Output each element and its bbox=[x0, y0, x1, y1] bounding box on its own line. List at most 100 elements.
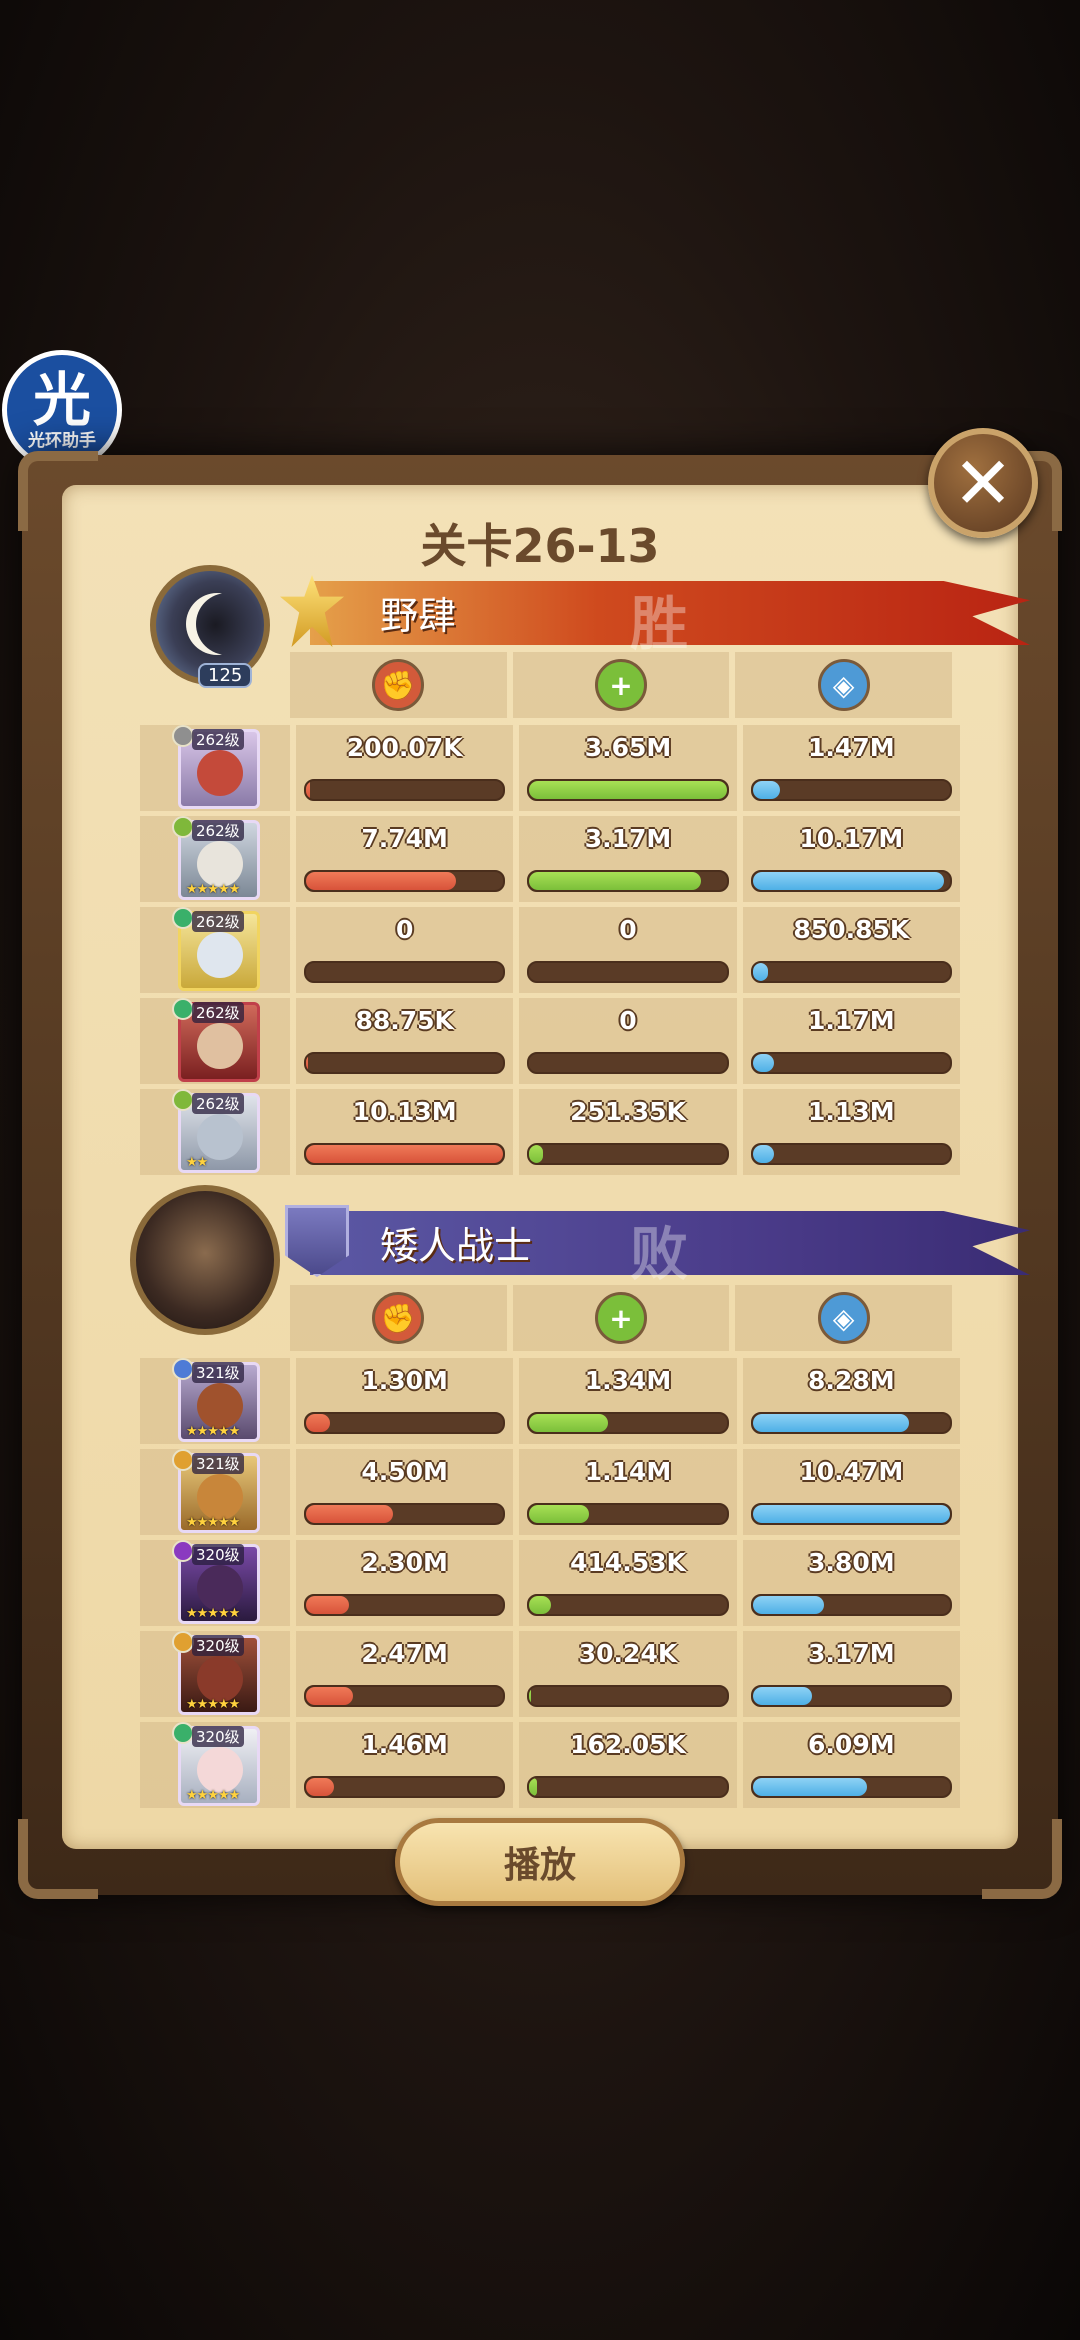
defense-bar bbox=[750, 1052, 952, 1074]
damage-cell: 0 bbox=[296, 907, 514, 993]
defense-cell: 3.17M bbox=[742, 1631, 960, 1717]
hero-cell: 320级 ★★★★★ bbox=[140, 1722, 290, 1808]
hero-level: 320级 bbox=[192, 1635, 244, 1656]
defense-value: 3.80M bbox=[808, 1548, 895, 1577]
hero-row[interactable]: 320级 ★★★★★ 2.47M 30.24K 3.17M bbox=[140, 1631, 960, 1717]
damage-fill bbox=[306, 1145, 504, 1163]
hero-row[interactable]: 262级 ★★★★★ 7.74M 3.17M 10.17M bbox=[140, 816, 960, 902]
defense-shield-icon: ◈ bbox=[817, 659, 870, 711]
damage-fill bbox=[306, 1596, 350, 1614]
damage-cell: 1.46M bbox=[296, 1722, 514, 1808]
defense-cell: 3.80M bbox=[742, 1540, 960, 1626]
damage-value: 88.75K bbox=[355, 1006, 454, 1035]
hero-row[interactable]: 321级 ★★★★★ 4.50M 1.14M 10.47M bbox=[140, 1449, 960, 1535]
team-name: 野肆 bbox=[380, 594, 457, 638]
corner-ornament bbox=[18, 1819, 98, 1899]
heal-bar bbox=[527, 1412, 729, 1434]
heal-cell: 30.24K bbox=[519, 1631, 737, 1717]
hero-row[interactable]: 262级 ★★ 10.13M 251.35K 1.13M bbox=[140, 1089, 960, 1175]
heal-bar bbox=[527, 961, 729, 983]
damage-value: 7.74M bbox=[361, 824, 448, 853]
defense-cell: 8.28M bbox=[742, 1358, 960, 1444]
hero-level: 320级 bbox=[192, 1544, 244, 1565]
defense-value: 1.17M bbox=[808, 1006, 895, 1035]
defense-value: 1.13M bbox=[808, 1097, 895, 1126]
damage-bar bbox=[304, 1776, 506, 1798]
defense-value: 6.09M bbox=[808, 1730, 895, 1759]
hero-row[interactable]: 320级 ★★★★★ 1.46M 162.05K 6.09M bbox=[140, 1722, 960, 1808]
defense-bar bbox=[750, 870, 952, 892]
defense-cell: 1.17M bbox=[742, 998, 960, 1084]
heal-bar bbox=[527, 870, 729, 892]
hero-level: 262级 bbox=[192, 911, 244, 932]
defense-bar bbox=[750, 1685, 952, 1707]
defense-fill bbox=[752, 872, 945, 890]
damage-cell: 200.07K bbox=[296, 725, 514, 811]
damage-bar bbox=[304, 1052, 506, 1074]
hero-face bbox=[197, 1383, 243, 1429]
defense-fill bbox=[752, 963, 769, 981]
hero-cell: 321级 ★★★★★ bbox=[140, 1449, 290, 1535]
hero-row[interactable]: 262级 0 0 850.85K bbox=[140, 907, 960, 993]
play-button[interactable]: 播放 bbox=[395, 1818, 685, 1906]
hero-face bbox=[197, 932, 243, 978]
hero-row[interactable]: 262级 200.07K 3.65M 1.47M bbox=[140, 725, 960, 811]
damage-cell: 88.75K bbox=[296, 998, 514, 1084]
damage-value: 1.30M bbox=[361, 1366, 448, 1395]
heal-fill bbox=[529, 781, 727, 799]
damage-fill bbox=[306, 1778, 334, 1796]
stage-title: 关卡26-13 bbox=[420, 519, 660, 573]
damage-value: 4.50M bbox=[361, 1457, 448, 1486]
close-button[interactable]: ✕ bbox=[928, 428, 1038, 538]
damage-fill bbox=[306, 1687, 354, 1705]
stat-icon-row: ✊ + ◈ bbox=[290, 1285, 953, 1351]
hero-cell: 262级 bbox=[140, 907, 290, 993]
stat-icon-row: ✊ + ◈ bbox=[290, 652, 953, 718]
heal-cell: 1.14M bbox=[519, 1449, 737, 1535]
hero-stars: ★★★★★ bbox=[186, 1424, 240, 1439]
faction-icon bbox=[172, 907, 194, 929]
hero-level: 262级 bbox=[192, 820, 244, 841]
heal-bar bbox=[527, 1685, 729, 1707]
hero-level: 262级 bbox=[192, 1093, 244, 1114]
heal-fill bbox=[529, 1687, 532, 1705]
hero-face bbox=[197, 1747, 243, 1793]
heal-cell: 0 bbox=[519, 998, 737, 1084]
damage-bar bbox=[304, 1594, 506, 1616]
icon-cell: + bbox=[512, 652, 730, 718]
defense-fill bbox=[752, 1778, 868, 1796]
enemy-avatar[interactable] bbox=[130, 1185, 280, 1335]
damage-bar bbox=[304, 1503, 506, 1525]
heal-bar bbox=[527, 1594, 729, 1616]
hero-row[interactable]: 320级 ★★★★★ 2.30M 414.53K 3.80M bbox=[140, 1540, 960, 1626]
damage-fill bbox=[306, 1505, 393, 1523]
defense-fill bbox=[752, 781, 781, 799]
defense-bar bbox=[750, 1143, 952, 1165]
faction-icon bbox=[172, 1358, 194, 1380]
heal-value: 3.65M bbox=[584, 733, 672, 762]
team-header-enemy: 矮人战士 败 bbox=[120, 1185, 1030, 1335]
player-avatar[interactable]: 125 bbox=[150, 565, 270, 688]
defense-value: 3.17M bbox=[808, 1639, 895, 1668]
hero-stars: ★★★★★ bbox=[186, 882, 240, 897]
team-header-player: 野肆 胜 125 bbox=[120, 565, 1030, 688]
hero-row[interactable]: 262级 88.75K 0 1.17M bbox=[140, 998, 960, 1084]
damage-bar bbox=[304, 1685, 506, 1707]
hero-level: 321级 bbox=[192, 1362, 244, 1383]
damage-value: 10.13M bbox=[352, 1097, 457, 1126]
damage-bar bbox=[304, 1143, 506, 1165]
watermark-text: 光环助手 bbox=[28, 430, 96, 451]
heal-value: 0 bbox=[619, 915, 637, 944]
defense-fill bbox=[752, 1596, 824, 1614]
hero-stars: ★★★★★ bbox=[186, 1788, 240, 1803]
damage-value: 0 bbox=[395, 915, 414, 944]
hero-level: 262级 bbox=[192, 1002, 244, 1023]
icon-cell: ◈ bbox=[735, 652, 953, 718]
damage-cell: 2.47M bbox=[296, 1631, 514, 1717]
hero-row[interactable]: 321级 ★★★★★ 1.30M 1.34M 8.28M bbox=[140, 1358, 960, 1444]
result-label: 胜 bbox=[630, 590, 689, 658]
heal-plus-icon: + bbox=[595, 659, 647, 711]
faction-icon bbox=[172, 816, 194, 838]
hero-cell: 262级 ★★★★★ bbox=[140, 816, 290, 902]
damage-cell: 1.30M bbox=[296, 1358, 514, 1444]
